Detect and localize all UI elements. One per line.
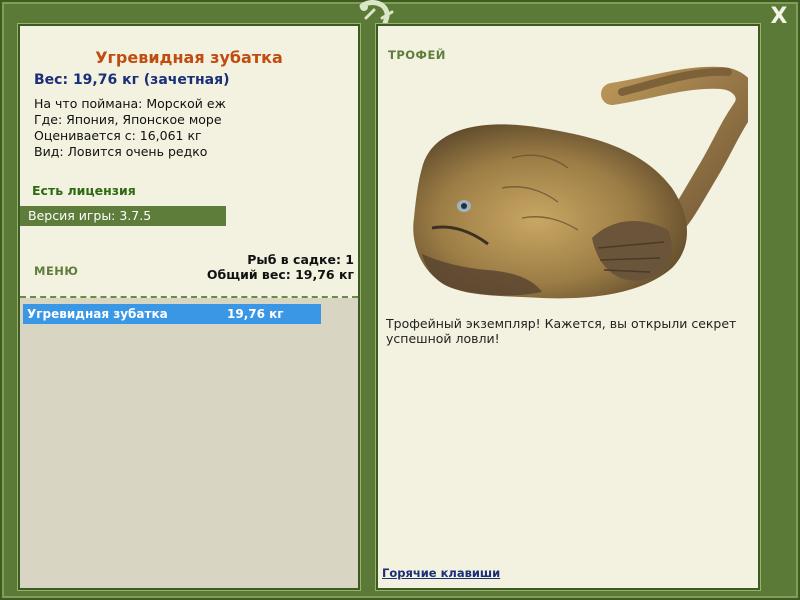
menu-button[interactable]: МЕНЮ <box>34 264 78 278</box>
license-status: Есть лицензия <box>32 183 136 198</box>
detail-bait: На что поймана: Морской еж <box>34 96 226 111</box>
fish-title: Угревидная зубатка <box>95 48 283 67</box>
keep-item-name: Угревидная зубатка <box>27 307 168 321</box>
fish-details: На что поймана: Морской еж Где: Япония, … <box>34 96 226 160</box>
detail-min-weight: Оценивается с: 16,061 кг <box>34 128 202 143</box>
detail-location: Где: Япония, Японское море <box>34 112 222 127</box>
keep-total-weight: Общий вес: 19,76 кг <box>206 267 354 282</box>
keep-stats: Рыб в садке: 1 Общий вес: 19,76 кг <box>207 252 354 282</box>
hotkeys-link[interactable]: Горячие клавиши <box>382 566 500 580</box>
keep-list: Угревидная зубатка 19,76 кг <box>20 298 358 588</box>
fish-info-panel: Угревидная зубатка Вес: 19,76 кг (зачетн… <box>18 24 360 590</box>
keep-count: Рыб в садке: 1 <box>247 252 354 267</box>
trophy-message: Трофейный экземпляр! Кажется, вы открыли… <box>386 316 737 346</box>
fish-weight: Вес: 19,76 кг (зачетная) <box>34 72 230 88</box>
version-bar: Версия игры: 3.7.5 <box>20 206 226 226</box>
close-button[interactable]: X <box>768 6 790 28</box>
trophy-panel: ТРОФЕЙ Трофейный экземпляр! Кажется, вы … <box>376 24 760 590</box>
keep-list-item[interactable]: Угревидная зубатка 19,76 кг <box>23 304 321 324</box>
wolf-eel-fish-image <box>413 66 748 299</box>
detail-rarity: Вид: Ловится очень редко <box>34 144 208 159</box>
keep-item-weight: 19,76 кг <box>227 307 284 321</box>
